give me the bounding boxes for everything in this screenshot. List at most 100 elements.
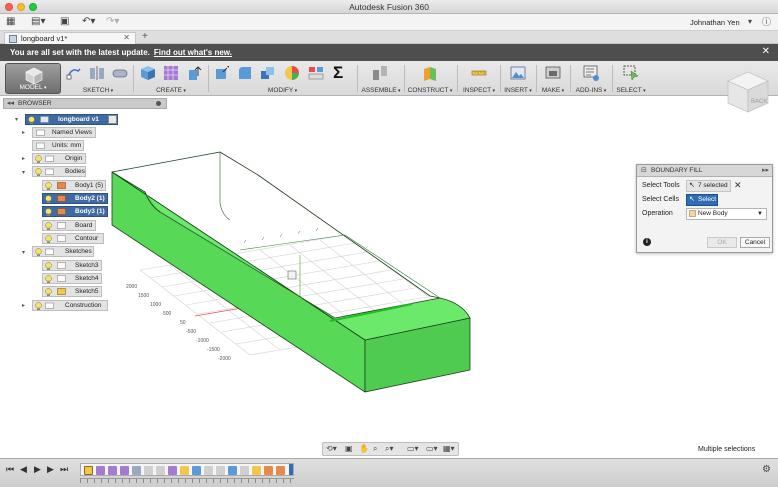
tree-node-construction[interactable]: Construction [32,300,108,311]
zoom-icon[interactable]: ⌕ [373,444,377,454]
timeline-sketch-feature[interactable] [180,466,189,475]
select-cells-button[interactable]: ↖ Select [686,194,718,206]
expand-origin-icon[interactable]: ▸ [22,155,25,162]
tree-node-sketch5[interactable]: Sketch5 [42,286,102,297]
timeline-form-feature[interactable] [96,466,105,475]
timeline-feature[interactable] [240,466,249,475]
visibility-bulb-icon[interactable] [45,182,52,190]
visibility-bulb-icon[interactable] [45,275,52,283]
assemble-group[interactable]: ASSEMBLE [360,61,402,96]
timeline-body-feature[interactable] [276,466,285,475]
browser-panel-header[interactable]: ◂◂ BROWSER [3,98,167,109]
timeline-mirror-feature[interactable] [144,466,153,475]
activate-component-icon[interactable] [108,115,117,124]
model-scene[interactable]: 2000 1500 1000 500 50 -500 -1000 -1500 -… [0,96,778,458]
visibility-bulb-icon[interactable] [35,168,42,176]
user-menu-chevron-icon[interactable]: ▾ [748,16,752,28]
select-group[interactable]: SELECT [614,61,648,96]
ok-button[interactable]: OK [707,237,737,248]
tree-node-units[interactable]: Units: mm [32,140,84,151]
go-to-end-icon[interactable]: ⏭ [60,464,68,475]
origin-point-marker[interactable] [287,270,297,280]
pan-icon[interactable]: ✋ [359,444,369,453]
tree-node-contour[interactable]: Contour [42,233,104,244]
orbit-icon[interactable]: ⟲▾ [326,444,337,453]
body-side-face[interactable] [111,171,366,393]
step-back-icon[interactable]: ◀ [20,464,27,475]
dialog-collapse-icon[interactable]: ⊟ [641,166,647,174]
fit-icon[interactable]: ⌕▾ [385,444,394,454]
expand-root-icon[interactable]: ▾ [15,116,18,123]
timeline-sketch-feature[interactable] [252,466,261,475]
grid-settings-icon[interactable]: ▭▾ [426,444,438,453]
redo-icon[interactable]: ↷▾ [106,16,119,28]
info-icon[interactable]: i [643,238,651,246]
look-at-icon[interactable]: ▣ [345,444,353,453]
timeline-feature[interactable] [216,466,225,475]
visibility-bulb-icon[interactable] [45,222,52,230]
file-menu-icon[interactable]: ▤▾ [31,16,45,28]
make-group[interactable]: MAKE [538,61,568,96]
timeline-sketch-feature[interactable] [84,466,93,475]
visibility-bulb-icon[interactable] [45,262,52,270]
new-tab-icon[interactable]: + [142,31,148,42]
operation-dropdown[interactable]: New Body ▼ [686,208,767,220]
timeline-form-feature[interactable] [108,466,117,475]
timeline-move-feature[interactable] [132,466,141,475]
cancel-button[interactable]: Cancel [740,237,770,248]
timeline-extrude-feature[interactable] [228,466,237,475]
step-forward-icon[interactable]: ▶ [47,464,54,475]
visibility-bulb-icon[interactable] [45,195,52,203]
timeline-form-feature[interactable] [120,466,129,475]
expand-bodies-icon[interactable]: ▾ [22,169,25,176]
expand-named-views-icon[interactable]: ▸ [22,129,25,136]
create-group[interactable]: CREATE [136,61,206,96]
visibility-bulb-icon[interactable] [45,288,52,296]
tree-node-board[interactable]: Board [42,220,96,231]
go-to-start-icon[interactable]: ⏮ [6,464,14,475]
tree-node-body3[interactable]: Body3 (1) [42,206,108,217]
play-icon[interactable]: ▶ [34,464,41,475]
tree-node-sketch3[interactable]: Sketch3 [42,260,102,271]
visibility-bulb-icon[interactable] [45,208,52,216]
boundary-fill-header[interactable]: ⊟ BOUNDARY FILL ▸▸ [637,165,772,177]
tree-node-root[interactable]: longboard v1 [25,114,118,125]
view-cube[interactable]: BACK [726,70,770,114]
whats-new-link[interactable]: Find out what's new. [154,48,232,57]
browser-pin-icon[interactable] [156,101,161,106]
save-icon[interactable]: ▣ [60,16,69,28]
timeline-marker[interactable] [289,464,293,475]
tree-node-origin[interactable]: Origin [32,153,86,164]
tree-node-sketch4[interactable]: Sketch4 [42,273,102,284]
visibility-bulb-icon[interactable] [28,116,35,124]
help-icon[interactable]: ⓘ [762,16,771,28]
clear-selection-icon[interactable]: ✕ [734,180,742,191]
display-settings-icon[interactable]: ▭▾ [407,444,419,453]
expand-construction-icon[interactable]: ▸ [22,302,25,309]
tree-node-bodies[interactable]: Bodies [32,166,86,177]
close-notification-icon[interactable]: ✕ [762,46,770,57]
viewports-icon[interactable]: ▦▾ [443,444,455,453]
inspect-group[interactable]: INSPECT [460,61,498,96]
expand-sketches-icon[interactable]: ▾ [22,249,25,256]
modify-group[interactable]: Σ MODIFY [211,61,354,96]
workspace-model-button[interactable]: MODEL [5,63,61,94]
timeline-extrude-feature[interactable] [192,466,201,475]
timeline-body-feature[interactable] [264,466,273,475]
data-panel-grid-icon[interactable]: ▦ [6,16,15,28]
select-tools-field[interactable]: ↖ 7 selected [686,180,731,192]
close-tab-icon[interactable]: ✕ [123,33,130,42]
timeline-feature[interactable] [204,466,213,475]
visibility-bulb-icon[interactable] [35,248,42,256]
add-ins-group[interactable]: ADD-INS [572,61,610,96]
tree-node-named-views[interactable]: Named Views [32,127,96,138]
sketch-group[interactable]: SKETCH [64,61,132,96]
tree-node-sketches[interactable]: Sketches [32,246,94,257]
undo-icon[interactable]: ↶▾ [82,16,95,28]
dialog-expand-icon[interactable]: ▸▸ [762,166,769,174]
tree-node-body1[interactable]: Body1 (5) [42,180,106,191]
timeline-feature[interactable] [156,466,165,475]
user-account-menu[interactable]: Johnathan Yen [690,18,740,27]
construct-group[interactable]: CONSTRUCT [406,61,454,96]
collapse-browser-icon[interactable]: ◂◂ [7,99,14,107]
